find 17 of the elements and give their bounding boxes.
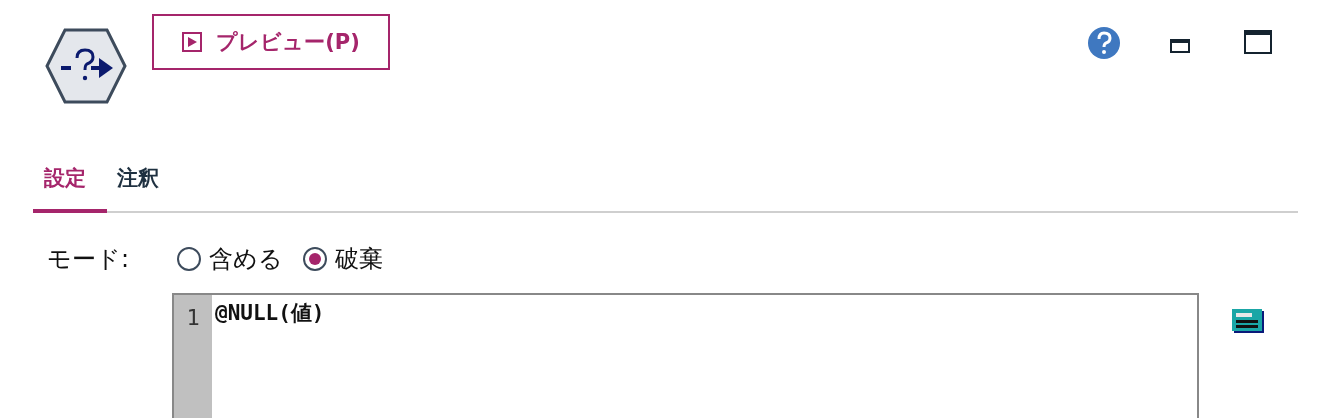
- preview-button[interactable]: プレビュー(P): [152, 14, 390, 70]
- calculator-icon[interactable]: [1232, 309, 1264, 333]
- code-line: @NULL(値): [215, 300, 325, 327]
- tab[interactable]: 設定: [33, 147, 107, 213]
- maximize-icon[interactable]: [1244, 30, 1272, 54]
- radio-button[interactable]: [303, 247, 327, 271]
- radio-button[interactable]: [177, 247, 201, 271]
- node-icon: [45, 28, 127, 104]
- expression-editor[interactable]: 1 @NULL(値): [172, 293, 1199, 418]
- mode-label: モード:: [47, 244, 131, 275]
- tab[interactable]: 注釈: [107, 147, 169, 213]
- play-icon: [182, 32, 203, 52]
- line-number: 1: [185, 304, 201, 330]
- minimize-icon[interactable]: [1170, 39, 1190, 53]
- option-label: 破棄: [335, 244, 383, 275]
- option-label: 含める: [209, 244, 283, 275]
- help-icon[interactable]: [1088, 27, 1120, 59]
